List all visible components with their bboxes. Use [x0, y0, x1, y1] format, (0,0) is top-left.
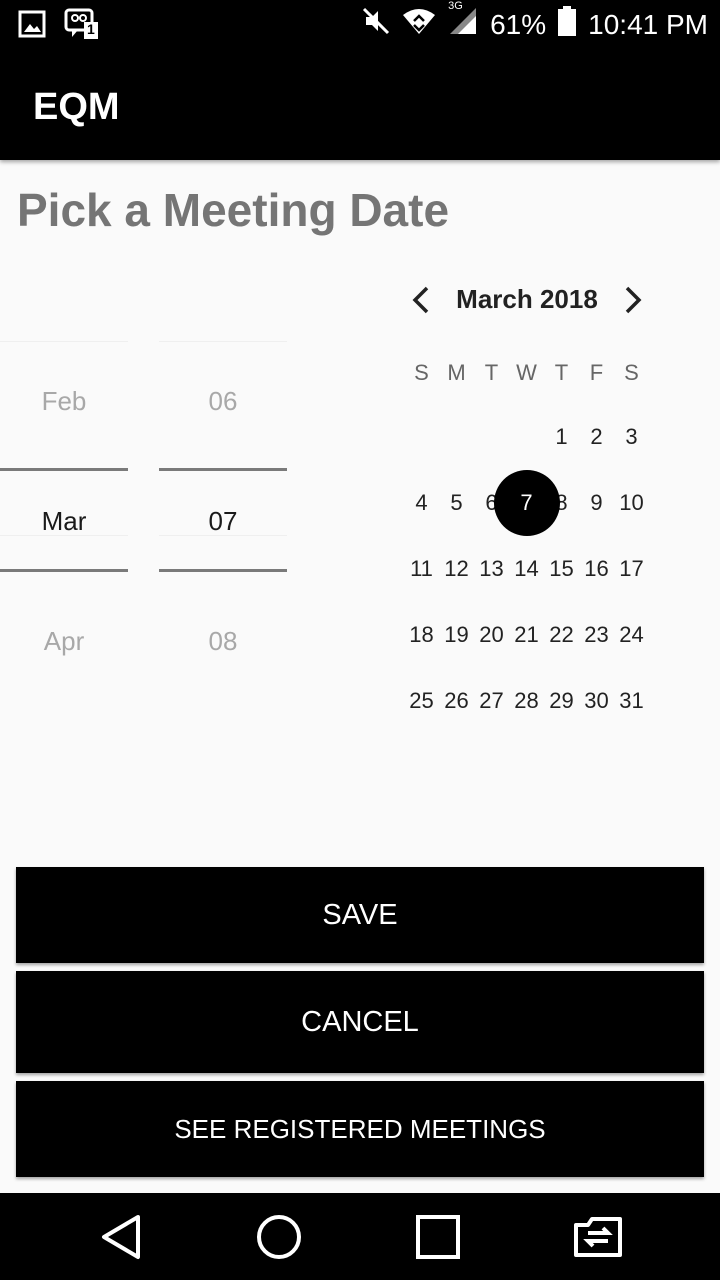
calendar-week-row: 123 [404, 404, 649, 470]
battery-icon [558, 6, 577, 43]
calendar-grid: 1 2 3 4 5 6 7 8 9 10 11 12 13 14 15 16 17 18 19 20 21 22 23 24 2… [404, 404, 649, 734]
page-title: Pick a Meeting Date [17, 184, 450, 236]
app-title: EQM [33, 86, 120, 128]
calendar-day[interactable]: 9 [579, 490, 614, 516]
status-bar: 1 3G 61% 10:41 PM [0, 0, 720, 50]
month-next-value[interactable]: Apr [0, 626, 128, 657]
month-current-value[interactable]: Mar [0, 506, 128, 537]
calendar-day[interactable]: 28 [509, 688, 544, 714]
calendar-day[interactable]: 21 [509, 622, 544, 648]
network-type-label: 3G [448, 0, 463, 12]
calendar-day[interactable]: 3 [614, 424, 649, 450]
day-next-value[interactable]: 08 [159, 626, 287, 657]
calendar-day[interactable]: 25 [404, 688, 439, 714]
calendar-day[interactable]: 16 [579, 556, 614, 582]
calendar-week-row: 25 26 27 28 29 30 31 [404, 668, 649, 734]
calendar-day[interactable]: 10 [614, 490, 649, 516]
calendar-day[interactable]: 15 [544, 556, 579, 582]
calendar-day[interactable]: 18 [404, 622, 439, 648]
calendar-weekday-row: S M T W T F S [404, 360, 649, 386]
spinner-selection-line [159, 569, 287, 572]
spinner-selection-line [159, 468, 287, 471]
day-spinner[interactable]: 06 07 08 [159, 340, 287, 700]
spinner-divider [159, 535, 287, 536]
battery-percent: 61% [490, 8, 547, 40]
back-icon[interactable] [96, 1211, 148, 1263]
weekday-label: F [589, 360, 604, 385]
calendar-day[interactable]: 5 [439, 490, 474, 516]
calendar-day[interactable]: 11 [404, 556, 439, 582]
spinner-divider [159, 341, 287, 342]
day-prev-value[interactable]: 06 [159, 386, 287, 417]
weekday-label: S [414, 360, 429, 385]
month-spinner[interactable]: Feb Mar Apr [0, 340, 128, 700]
calendar-day-selected[interactable]: 7 [493, 470, 560, 536]
calendar-day[interactable]: 20 [474, 622, 509, 648]
app-bar: EQM [0, 50, 720, 160]
weekday-label: S [624, 360, 639, 385]
gallery-icon [18, 10, 46, 43]
selected-day-label: 7 [520, 490, 533, 515]
calendar-week-row: 4 5 6 7 8 9 10 [404, 470, 649, 536]
weekday-label: M [447, 360, 466, 385]
sim-badge: 1 [87, 21, 95, 37]
calendar-day[interactable]: 1 [544, 424, 579, 450]
signal-icon: 3G [448, 0, 478, 43]
home-icon[interactable] [253, 1211, 305, 1263]
calendar-day[interactable]: 19 [439, 622, 474, 648]
calendar-day[interactable]: 23 [579, 622, 614, 648]
calendar-day[interactable]: 13 [474, 556, 509, 582]
clock: 10:41 PM [588, 8, 708, 40]
weekday-label: W [516, 360, 537, 385]
calendar-day[interactable]: 4 [404, 490, 439, 516]
spinner-selection-line [0, 569, 128, 572]
save-button[interactable]: SAVE [16, 867, 704, 963]
calendar-day[interactable]: 17 [614, 556, 649, 582]
calendar-day[interactable]: 27 [474, 688, 509, 714]
spinner-selection-line [0, 468, 128, 471]
mute-icon [362, 7, 390, 42]
calendar-day[interactable]: 22 [544, 622, 579, 648]
wifi-icon [402, 7, 436, 42]
calendar-day[interactable]: 30 [579, 688, 614, 714]
weekday-label: T [554, 360, 569, 385]
calendar-day[interactable]: 2 [579, 424, 614, 450]
calendar-day[interactable]: 14 [509, 556, 544, 582]
day-current-value[interactable]: 07 [159, 506, 287, 537]
sim-notification-icon: 1 [64, 8, 100, 45]
see-registered-meetings-button[interactable]: SEE REGISTERED MEETINGS [16, 1081, 704, 1177]
cancel-button[interactable]: CANCEL [16, 971, 704, 1073]
calendar-week-row: 18 19 20 21 22 23 24 [404, 602, 649, 668]
calendar-day[interactable]: 24 [614, 622, 649, 648]
calendar-day[interactable]: 12 [439, 556, 474, 582]
weekday-label: T [484, 360, 499, 385]
navigation-bar [0, 1193, 720, 1280]
calendar-header: March 2018 [404, 278, 650, 322]
chevron-right-icon[interactable] [614, 282, 650, 318]
calendar-day[interactable]: 29 [544, 688, 579, 714]
calendar-week-row: 11 12 13 14 15 16 17 [404, 536, 649, 602]
switch-sim-icon[interactable] [570, 1211, 622, 1263]
calendar-day[interactable]: 26 [439, 688, 474, 714]
spinner-divider [0, 341, 128, 342]
month-prev-value[interactable]: Feb [0, 386, 128, 417]
recent-apps-icon[interactable] [412, 1211, 464, 1263]
spinner-divider [0, 535, 128, 536]
calendar-day[interactable]: 31 [614, 688, 649, 714]
